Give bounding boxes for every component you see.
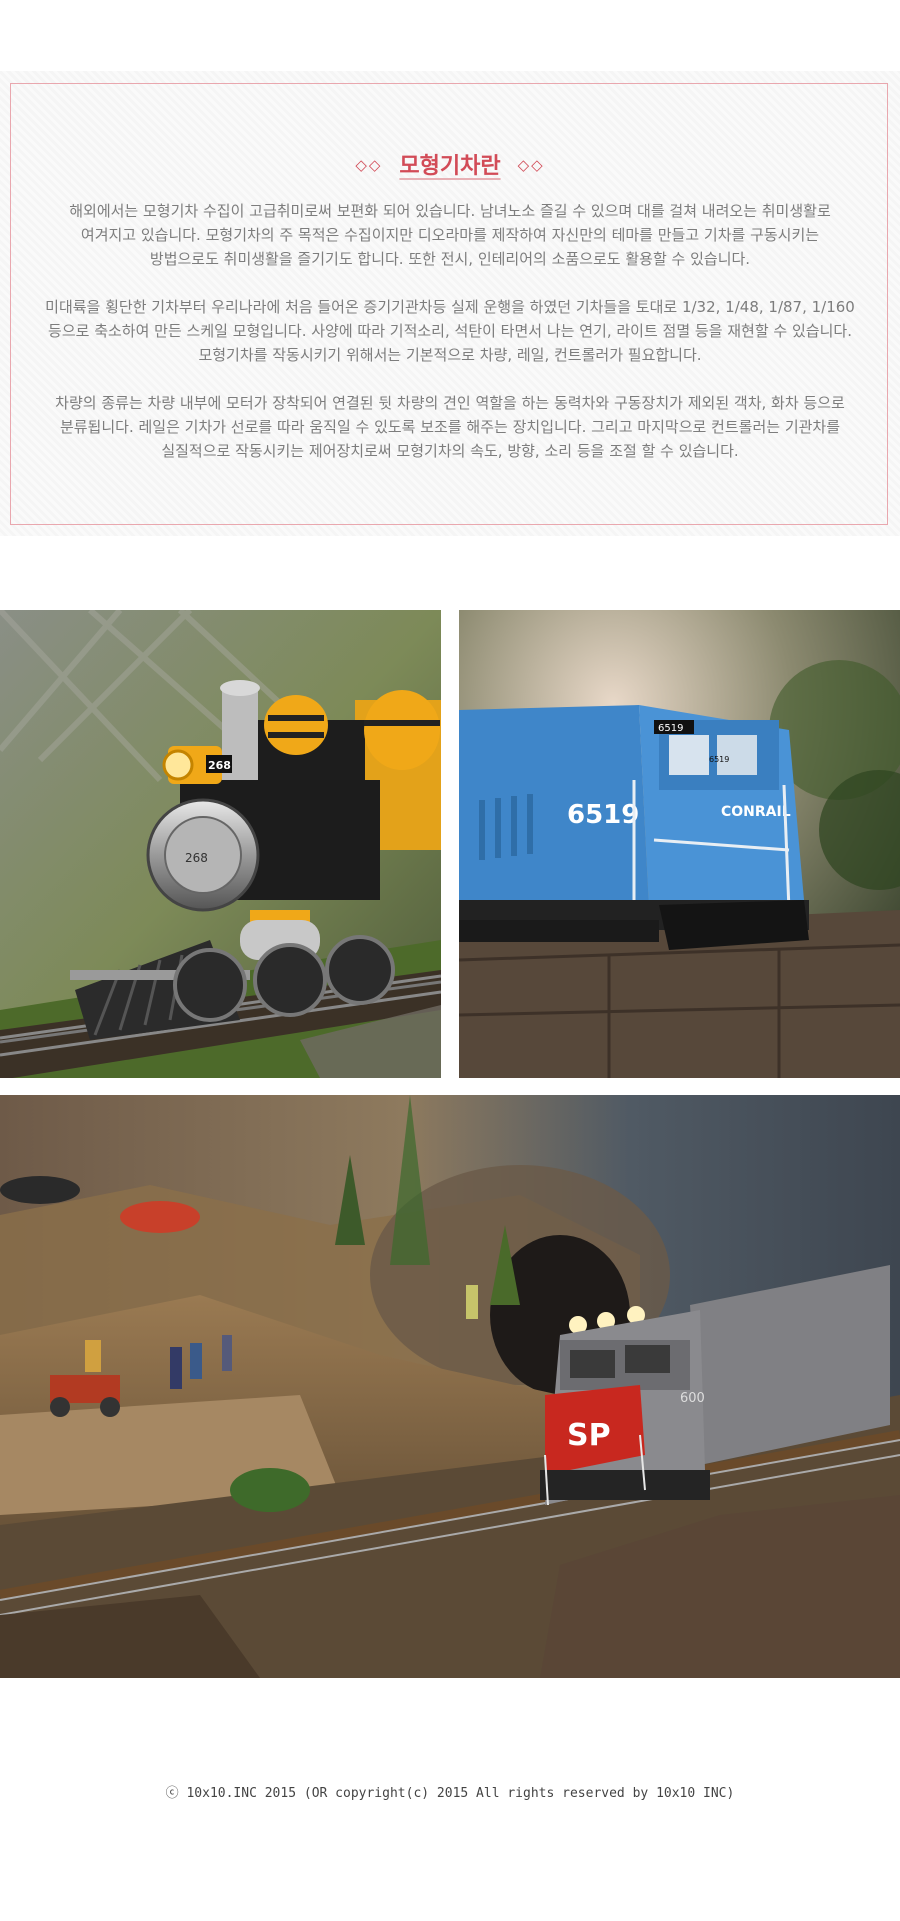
diamond-icon: ◇◇ xyxy=(355,156,383,174)
smokebox-number: 268 xyxy=(185,851,208,865)
paragraph-line: 모형기차를 작동시키기 위해서는 기본적으로 차량, 레일, 컨트롤러가 필요합… xyxy=(198,346,702,364)
page-title: 모형기차란 xyxy=(399,154,501,179)
paragraph-line: 등으로 축소하여 만든 스케일 모형입니다. 사양에 따라 기적소리, 석탄이 … xyxy=(48,322,852,340)
paragraph-line: 분류됩니다. 레일은 기차가 선로를 따라 움직일 수 있도록 보조를 해주는 … xyxy=(59,418,841,436)
cab-number-board: 6519 xyxy=(658,723,683,734)
paragraph-line: 차량의 종류는 차량 내부에 모터가 장착되어 연결된 뒷 차량의 견인 역할을… xyxy=(55,394,845,412)
headlamp-number-plate: 268 xyxy=(208,759,231,772)
steam-locomotive-photo: 268 268 xyxy=(0,610,441,1078)
diamond-icon: ◇◇ xyxy=(517,156,545,174)
locomotive-number: 6519 xyxy=(567,800,639,830)
paragraph-line: 해외에서는 모형기차 수집이 고급취미로써 보편화 되어 있습니다. 남녀노소 … xyxy=(69,202,831,220)
intro-paragraph-3: 차량의 종류는 차량 내부에 모터가 장착되어 연결된 뒷 차량의 견인 역할을… xyxy=(30,391,870,463)
paragraph-line: 미대륙을 횡단한 기차부터 우리나라에 처음 들어온 증기기관차등 실제 운행을… xyxy=(45,298,855,316)
intro-paragraph-1: 해외에서는 모형기차 수집이 고급취미로써 보편화 되어 있습니다. 남녀노소 … xyxy=(30,199,870,271)
paragraph-line: 방법으로도 취미생활을 즐기기도 합니다. 또한 전시, 인테리어의 소품으로도… xyxy=(149,250,751,268)
conrail-logo: CONRAIL xyxy=(721,804,791,820)
paragraph-line: 실질적으로 작동시키는 제어장치로써 모형기차의 속도, 방향, 소리 등을 조… xyxy=(161,442,739,460)
conrail-locomotive-photo: 6519 6519 CONRAIL 6519 xyxy=(459,610,900,1078)
sp-locomotive-diorama-photo: SP 600 xyxy=(0,1095,900,1678)
intro-paragraph-2: 미대륙을 횡단한 기차부터 우리나라에 처음 들어온 증기기관차등 실제 운행을… xyxy=(30,295,870,367)
sp-logo: SP xyxy=(567,1418,611,1453)
intro-heading: ◇◇ 모형기차란 ◇◇ xyxy=(0,148,900,180)
sp-unit-number: 600 xyxy=(680,1391,705,1406)
footer-copyright: ⓒ 10x10.INC 2015 (OR copyright(c) 2015 A… xyxy=(165,1786,735,1801)
paragraph-line: 여겨지고 있습니다. 모형기차의 주 목적은 수집이지만 디오라마를 제작하여 … xyxy=(80,226,820,244)
small-number-board: 6519 xyxy=(709,755,729,764)
